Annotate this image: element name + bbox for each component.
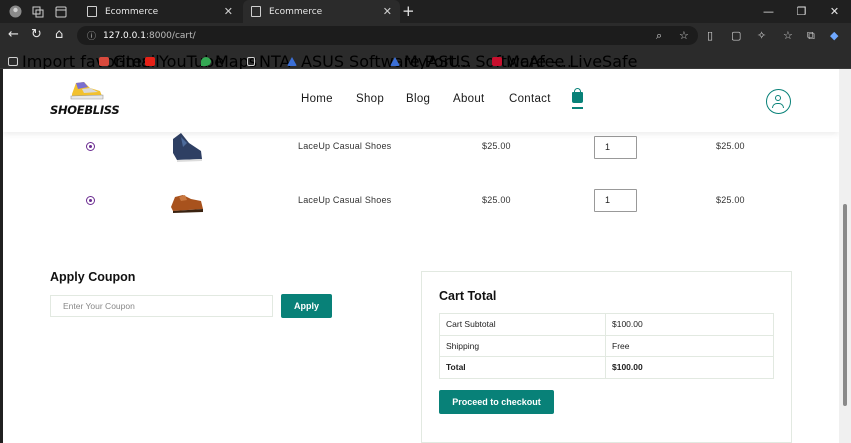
- folder-icon: [8, 57, 18, 66]
- scrollbar-thumb[interactable]: [843, 204, 847, 406]
- favorites-icon[interactable]: ☆: [783, 29, 793, 42]
- copilot-icon[interactable]: ◆: [830, 29, 838, 42]
- sneaker-logo-icon: [70, 82, 104, 100]
- table-row: Total $100.00: [439, 356, 774, 379]
- subtotal-value: $100.00: [605, 313, 774, 336]
- split-screen-icon[interactable]: ▢: [731, 29, 741, 42]
- mcafee-icon: [492, 57, 502, 66]
- nav-about[interactable]: About: [453, 93, 485, 105]
- page-icon: [247, 57, 255, 66]
- url-field[interactable]: ⓘ 127.0.0.1:8000/cart/: [77, 26, 698, 45]
- quantity-input[interactable]: 1: [594, 189, 637, 212]
- tab-title: Ecommerce: [269, 6, 323, 17]
- browser-tab-strip: Ecommerce ✕ Ecommerce ✕ + — ❐ ✕: [0, 0, 851, 23]
- tab-ecommerce-1[interactable]: Ecommerce ✕: [79, 0, 241, 23]
- table-row: LaceUp Casual Shoes $25.00 1 $25.00: [3, 127, 839, 167]
- restore-icon[interactable]: ❐: [785, 5, 818, 18]
- new-tab-icon[interactable]: +: [402, 2, 415, 20]
- collections-icon[interactable]: ⧉: [807, 29, 815, 43]
- cart-bag-icon[interactable]: [572, 88, 583, 103]
- info-icon[interactable]: ⓘ: [87, 29, 96, 42]
- nav-shop[interactable]: Shop: [356, 93, 384, 105]
- active-underline: [572, 107, 583, 109]
- minimize-icon[interactable]: —: [752, 5, 785, 18]
- coupon-input[interactable]: Enter Your Coupon: [50, 295, 273, 317]
- user-account-icon[interactable]: [766, 89, 791, 114]
- page-icon: [251, 6, 261, 17]
- product-price: $25.00: [482, 195, 511, 205]
- row-subtotal: $25.00: [716, 141, 745, 151]
- gmail-icon: [99, 57, 109, 66]
- close-window-icon[interactable]: ✕: [818, 5, 851, 18]
- tab-title: Ecommerce: [105, 6, 159, 17]
- total-label: Total: [439, 356, 606, 379]
- remove-item-icon[interactable]: [86, 142, 95, 151]
- tab-actions-icon[interactable]: [53, 4, 69, 20]
- product-name[interactable]: LaceUp Casual Shoes: [298, 141, 391, 151]
- page-icon: [87, 6, 97, 17]
- apply-coupon-button[interactable]: Apply: [281, 294, 332, 318]
- total-value: $100.00: [605, 356, 774, 379]
- cart-total-box: Cart Total Cart Subtotal $100.00 Shippin…: [421, 271, 792, 443]
- asus-icon: [287, 57, 297, 66]
- row-subtotal: $25.00: [716, 195, 745, 205]
- table-row: Shipping Free: [439, 334, 774, 357]
- product-image: [171, 195, 203, 213]
- profile-icon[interactable]: [7, 4, 23, 20]
- shipping-value: Free: [605, 334, 774, 357]
- coupon-heading: Apply Coupon: [50, 270, 136, 284]
- back-icon[interactable]: ←: [8, 27, 19, 42]
- site-logo[interactable]: SHOEBLISS: [50, 80, 120, 118]
- product-price: $25.00: [482, 141, 511, 151]
- logo-text: SHOEBLISS: [50, 103, 120, 117]
- shipping-label: Shipping: [439, 334, 606, 357]
- nav-contact[interactable]: Contact: [509, 93, 551, 105]
- workspaces-icon[interactable]: [30, 4, 46, 20]
- asus-icon: [390, 57, 400, 66]
- youtube-icon: [145, 57, 155, 66]
- refresh-icon[interactable]: ↻: [31, 27, 42, 42]
- close-tab-icon[interactable]: ✕: [224, 5, 233, 18]
- web-page: SHOEBLISS Home Shop Blog About Contact L…: [3, 69, 839, 443]
- remove-item-icon[interactable]: [86, 196, 95, 205]
- subtotal-label: Cart Subtotal: [439, 313, 606, 336]
- table-row: Cart Subtotal $100.00: [439, 313, 774, 336]
- totals-table: Cart Subtotal $100.00 Shipping Free Tota…: [439, 313, 774, 379]
- zoom-search-icon[interactable]: ⌕: [656, 29, 662, 43]
- home-icon[interactable]: ⌂: [55, 27, 63, 42]
- nav-home[interactable]: Home: [301, 93, 333, 105]
- proceed-to-checkout-button[interactable]: Proceed to checkout: [439, 390, 554, 414]
- tab-ecommerce-2[interactable]: Ecommerce ✕: [243, 0, 400, 23]
- nav-blog[interactable]: Blog: [406, 93, 430, 105]
- url-path: :8000/cart/: [145, 30, 196, 41]
- product-image: [173, 133, 202, 162]
- window-controls: — ❐ ✕: [752, 0, 851, 23]
- extensions-icon[interactable]: ✧: [757, 29, 766, 42]
- product-name[interactable]: LaceUp Casual Shoes: [298, 195, 391, 205]
- favorite-star-icon[interactable]: ☆: [679, 29, 689, 42]
- cart-total-heading: Cart Total: [439, 289, 497, 303]
- quantity-input[interactable]: 1: [594, 136, 637, 159]
- page-scrollbar[interactable]: [839, 69, 851, 443]
- maps-icon: [201, 57, 211, 66]
- phone-icon[interactable]: ▯: [707, 29, 713, 42]
- url-host: 127.0.0.1: [103, 30, 146, 41]
- site-header: SHOEBLISS Home Shop Blog About Contact: [3, 69, 839, 132]
- table-row: LaceUp Casual Shoes $25.00 1 $25.00: [3, 180, 839, 220]
- close-tab-icon[interactable]: ✕: [383, 5, 392, 18]
